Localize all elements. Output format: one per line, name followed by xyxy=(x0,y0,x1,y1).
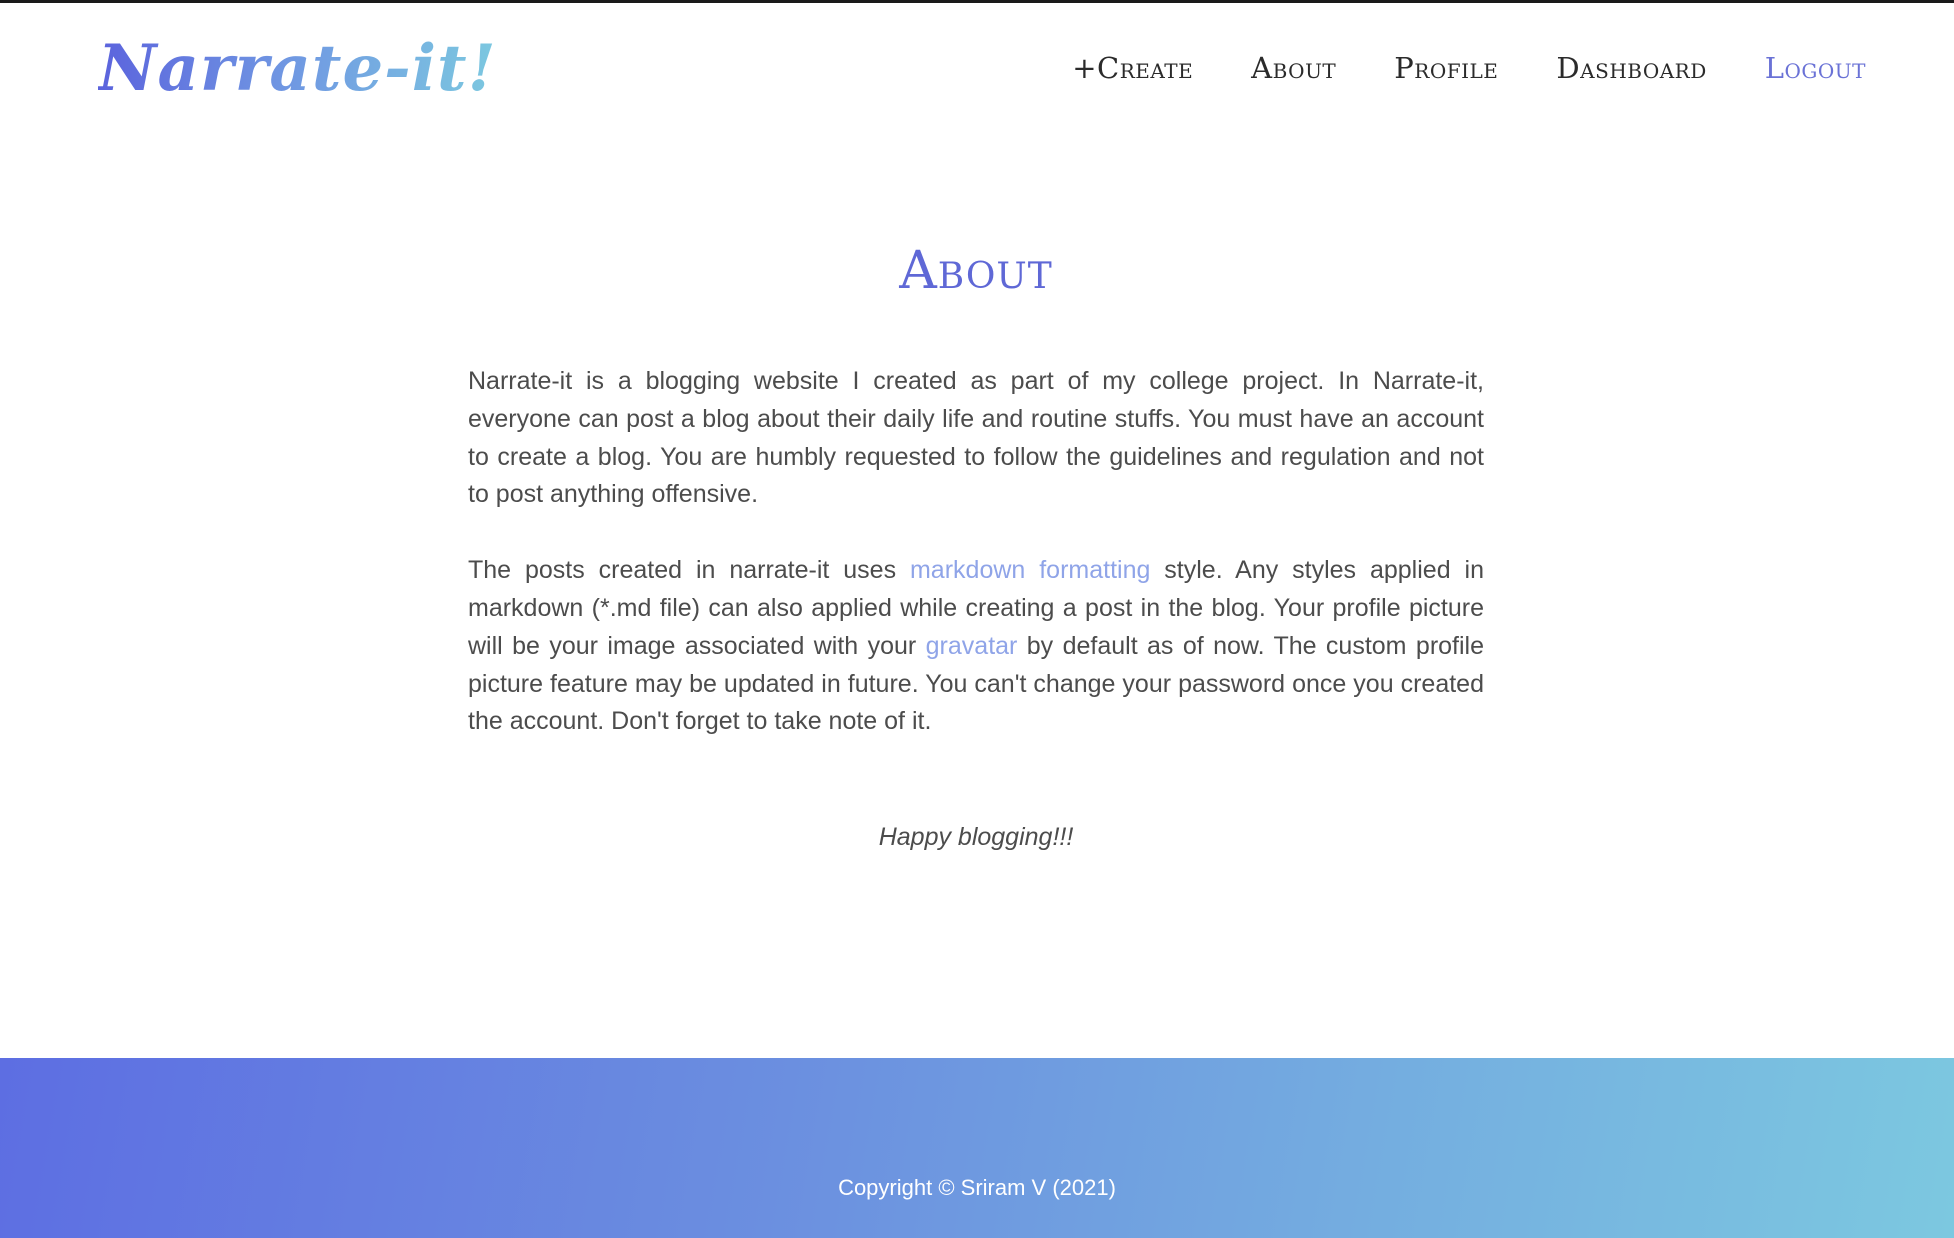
top-navbar: Narrate-it! +Create About Profile Dashbo… xyxy=(0,3,1954,138)
main-nav: +Create About Profile Dashboard Logout xyxy=(1072,51,1866,85)
nav-create-link[interactable]: +Create xyxy=(1072,51,1193,85)
markdown-paragraph: The posts created in narrate-it uses mar… xyxy=(468,552,1484,741)
site-logo[interactable]: Narrate-it! xyxy=(98,31,497,107)
page-title: About xyxy=(899,241,1053,301)
markdown-formatting-link[interactable]: markdown formatting xyxy=(910,556,1150,584)
nav-logout-link[interactable]: Logout xyxy=(1765,51,1866,85)
gravatar-link[interactable]: gravatar xyxy=(926,632,1018,660)
nav-dashboard-link[interactable]: Dashboard xyxy=(1556,51,1706,85)
intro-paragraph: Narrate-it is a blogging website I creat… xyxy=(468,367,1484,509)
about-content: About Narrate-it is a blogging website I… xyxy=(468,231,1484,857)
site-footer: Copyright © Sriram V (2021) xyxy=(0,1058,1954,1238)
copyright-text: Copyright © Sriram V (2021) xyxy=(838,1175,1116,1200)
closing-message: Happy blogging!!! xyxy=(878,823,1074,852)
nav-profile-link[interactable]: Profile xyxy=(1394,51,1498,85)
nav-about-link[interactable]: About xyxy=(1251,51,1336,85)
paragraph-text: The posts created in narrate-it uses xyxy=(468,556,910,585)
